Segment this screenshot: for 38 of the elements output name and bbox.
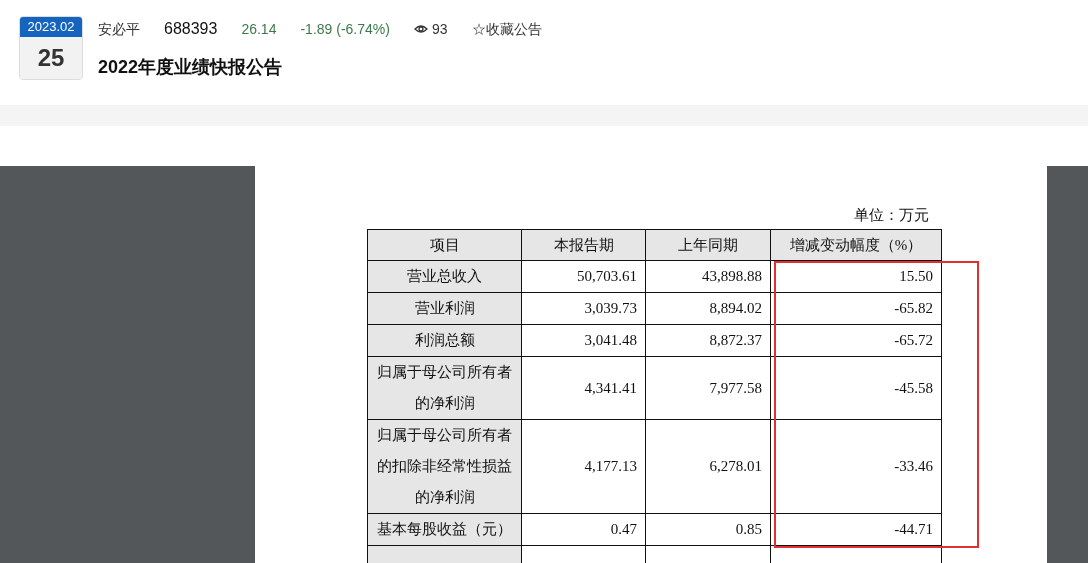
row-label: 营业利润 xyxy=(367,292,522,325)
stock-price: 26.14 xyxy=(241,19,277,39)
column-header: 上年同期 xyxy=(645,229,771,261)
unit-label: 单位：万元 xyxy=(854,206,929,225)
table-cell: -44.71 xyxy=(770,513,942,546)
eye-icon xyxy=(413,24,428,34)
table-cell: 3,039.73 xyxy=(521,292,646,325)
table-cell: 4,177.13 xyxy=(521,419,646,514)
date-month: 2023.02 xyxy=(20,17,82,37)
row-label: 基本每股收益（元） xyxy=(367,513,522,546)
table-cell: 0.47 xyxy=(521,513,646,546)
favorite-link[interactable]: ☆收藏公告 xyxy=(471,18,542,40)
table-cell: 8,894.02 xyxy=(645,292,771,325)
column-header: 项目 xyxy=(367,229,522,261)
table-cell: -65.82 xyxy=(770,292,942,325)
table-cell: 0.85 xyxy=(645,513,771,546)
table-cell: 8,872.37 xyxy=(645,324,771,357)
view-count: 93 xyxy=(431,19,448,39)
table-cell: 43,898.88 xyxy=(645,260,771,293)
table-cell: 3,041.48 xyxy=(521,324,646,357)
table-cell: -65.72 xyxy=(770,324,942,357)
table-cell: -33.46 xyxy=(770,419,942,514)
row-label: 归属于母公司所有者的净利润 xyxy=(367,356,522,420)
table-cell: 50,703.61 xyxy=(521,260,646,293)
announcement-title: 2022年度业绩快报公告 xyxy=(98,56,284,79)
date-day: 25 xyxy=(20,37,82,79)
row-label: 营业总收入 xyxy=(367,260,522,293)
table-cell: 7,977.58 xyxy=(645,356,771,420)
company-name[interactable]: 安必平 xyxy=(98,18,140,40)
column-header: 本报告期 xyxy=(521,229,646,261)
stock-code: 688393 xyxy=(164,19,218,39)
table-cell: -45.58 xyxy=(770,356,942,420)
table-cell: 6,278.01 xyxy=(645,419,771,514)
price-change: -1.89 (-6.74%) xyxy=(300,19,390,39)
table-cell: 4,341.41 xyxy=(521,356,646,420)
row-label: 归属于母公司所有者的扣除非经常性损益的净利润 xyxy=(367,419,522,514)
row-label: 利润总额 xyxy=(367,324,522,357)
column-header: 增减变动幅度（%） xyxy=(770,229,942,261)
